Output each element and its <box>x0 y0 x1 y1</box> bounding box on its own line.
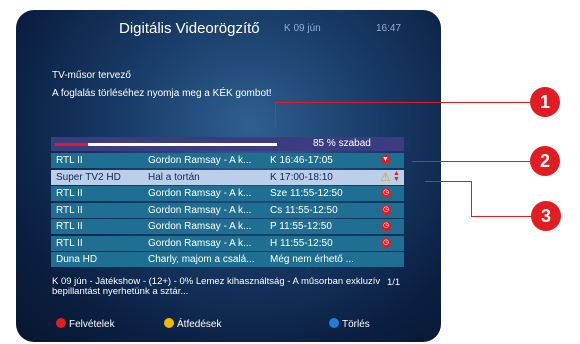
blue-button-icon <box>329 318 339 328</box>
row-channel: RTL II <box>56 221 83 232</box>
disk-free-text: 85 % szabad <box>313 138 371 149</box>
row-channel: Duna HD <box>56 254 98 265</box>
warning-icon: ⚠ <box>380 169 391 184</box>
legend-red-label: Felvételek <box>69 319 115 330</box>
disk-space-panel: 85 % szabad <box>51 137 404 151</box>
row-program: Gordon Ramsay - A k... <box>148 204 252 216</box>
row-channel: RTL II <box>56 155 83 166</box>
row-slot: K 17:00-18:10 <box>270 171 333 183</box>
row-program: Charly, majom a csalá... <box>148 254 255 265</box>
screen-title: Digitális Videorögzítő <box>119 20 260 37</box>
row-channel: RTL II <box>56 204 83 216</box>
callout-1-line-vertical <box>275 102 276 127</box>
schedule-row-selected[interactable]: Super TV2 HD Hal a tortán K 17:00-18:10 … <box>51 169 404 185</box>
callout-2-line <box>412 161 530 162</box>
row-program: Gordon Ramsay - A k... <box>148 237 252 249</box>
legend-yellow-label: Átfedések <box>177 319 222 330</box>
yellow-button-icon <box>164 318 174 328</box>
row-program: Gordon Ramsay - A k... <box>148 188 252 199</box>
row-slot: Cs 11:55-12:50 <box>270 204 338 216</box>
header-time: 16:47 <box>376 23 402 34</box>
disk-usage-fill <box>55 143 89 146</box>
schedule-list: RTL II Gordon Ramsay - A k... K 16:46-17… <box>51 153 404 269</box>
legend-red[interactable]: Felvételek <box>56 318 115 330</box>
clock-icon: ◷ <box>381 221 391 231</box>
row-channel: RTL II <box>56 188 83 199</box>
disk-usage-bar <box>55 143 277 146</box>
page-indicator: 1/1 <box>387 277 401 288</box>
clock-icon: ◷ <box>381 237 391 248</box>
row-program: Gordon Ramsay - A k... <box>148 155 252 166</box>
schedule-row[interactable]: RTL II Gordon Ramsay - A k... K 16:46-17… <box>51 153 404 168</box>
clock-icon: ◷ <box>381 204 391 215</box>
callout-3-line-vertical <box>471 181 472 217</box>
callout-badge-3: 3 <box>531 201 561 231</box>
row-slot: H 11:55-12:50 <box>270 237 333 249</box>
row-channel: Super TV2 HD <box>56 171 121 183</box>
section-title: TV-műsor tervező <box>52 70 131 81</box>
record-square-icon: ▼ <box>381 155 390 164</box>
up-down-arrows-icon[interactable]: ▲ ▼ <box>393 170 400 183</box>
row-slot: P 11:55-12:50 <box>270 221 332 232</box>
row-program: Gordon Ramsay - A k... <box>148 221 252 232</box>
schedule-row[interactable]: RTL II Gordon Ramsay - A k... P 11:55-12… <box>51 219 404 234</box>
row-slot: K 16:46-17:05 <box>270 155 333 166</box>
instruction-text: A foglalás törléséhez nyomja meg a KÉK g… <box>52 88 272 99</box>
legend-blue-label: Törlés <box>342 319 370 330</box>
schedule-row[interactable]: RTL II Gordon Ramsay - A k... Sze 11:55-… <box>51 186 404 201</box>
row-channel: RTL II <box>56 237 83 249</box>
schedule-row[interactable]: RTL II Gordon Ramsay - A k... H 11:55-12… <box>51 235 404 251</box>
clock-icon: ◷ <box>381 188 391 198</box>
callout-1-line <box>275 102 530 103</box>
callout-3-line-top <box>425 181 472 182</box>
schedule-row[interactable]: Duna HD Charly, majom a csalá... Még nem… <box>51 252 404 267</box>
red-button-icon <box>56 318 66 328</box>
header-date: K 09 jún <box>284 23 321 34</box>
program-info: K 09 jún - Játékshow - (12+) - 0% Lemez … <box>52 276 381 297</box>
callout-badge-2: 2 <box>530 146 560 176</box>
callout-3-line-bottom <box>471 216 531 217</box>
row-program: Hal a tortán <box>148 171 200 183</box>
tv-screen: Digitális Videorögzítő K 09 jún 16:47 TV… <box>16 10 441 342</box>
legend-blue[interactable]: Törlés <box>329 318 370 330</box>
legend-yellow[interactable]: Átfedések <box>164 318 221 330</box>
row-slot: Még nem érhető ... <box>270 254 354 265</box>
row-slot: Sze 11:55-12:50 <box>270 188 343 199</box>
schedule-row[interactable]: RTL II Gordon Ramsay - A k... Cs 11:55-1… <box>51 202 404 218</box>
callout-badge-1: 1 <box>530 87 560 117</box>
